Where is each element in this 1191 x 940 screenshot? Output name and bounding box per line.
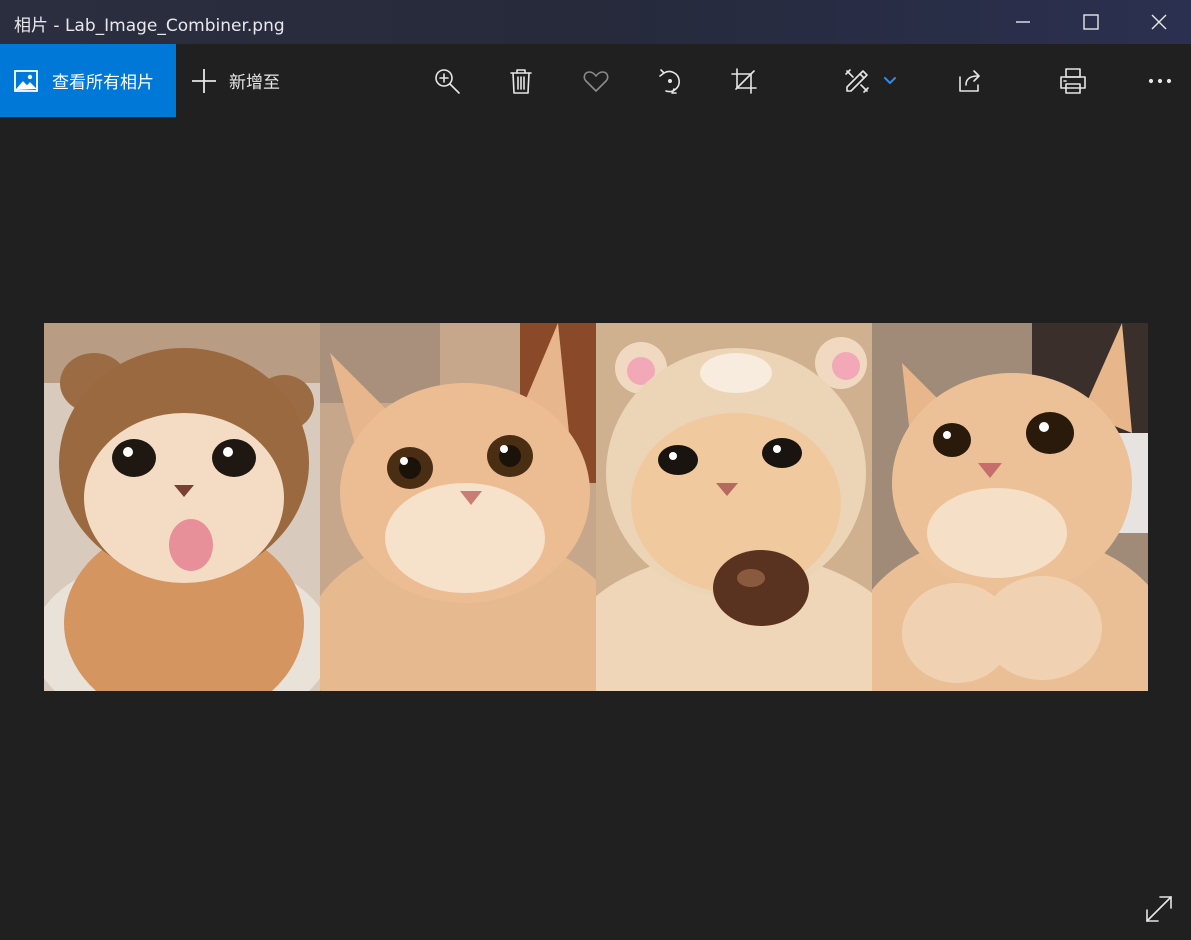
delete-icon: [510, 69, 532, 94]
crop-icon: [731, 68, 757, 94]
maximize-icon: [1083, 14, 1099, 30]
close-button[interactable]: [1125, 0, 1191, 44]
close-icon: [1151, 14, 1167, 30]
cat-photo-1: [44, 323, 320, 691]
crop-button[interactable]: [727, 64, 761, 98]
maximize-button[interactable]: [1057, 0, 1125, 44]
title-bar: 相片 - Lab_Image_Combiner.png: [0, 0, 1191, 44]
photo-viewer-image[interactable]: [44, 323, 1148, 691]
minimize-button[interactable]: [989, 0, 1057, 44]
zoom-button[interactable]: [430, 64, 464, 98]
more-button[interactable]: [1143, 64, 1177, 98]
rotate-icon: [659, 69, 680, 94]
favorite-icon: [583, 71, 609, 92]
toolbar: 查看所有相片 新增至: [0, 44, 1191, 117]
favorite-button[interactable]: [579, 64, 613, 98]
add-to-button[interactable]: 新增至: [190, 44, 280, 117]
minimize-icon: [1016, 21, 1030, 23]
share-icon: [959, 70, 980, 92]
rotate-button[interactable]: [653, 64, 687, 98]
chevron-down-icon: [884, 77, 896, 84]
see-all-photos-button[interactable]: 查看所有相片: [0, 44, 176, 117]
edit-create-icon: [845, 69, 869, 93]
expand-icon: [1146, 896, 1172, 922]
print-button[interactable]: [1056, 64, 1090, 98]
cat-photo-3: [596, 323, 872, 691]
more-icon: [1148, 78, 1172, 84]
edit-create-button[interactable]: [840, 64, 874, 98]
edit-dropdown-button[interactable]: [876, 64, 904, 98]
fullscreen-button[interactable]: [1142, 892, 1176, 926]
window-title: 相片 - Lab_Image_Combiner.png: [14, 16, 285, 36]
cat-photo-2: [320, 323, 596, 691]
zoom-in-icon: [435, 69, 460, 94]
add-to-label: 新增至: [229, 73, 280, 93]
photo-icon: [14, 69, 38, 92]
see-all-photos-label: 查看所有相片: [52, 73, 154, 93]
delete-button[interactable]: [504, 64, 538, 98]
plus-icon: [192, 68, 216, 93]
share-button[interactable]: [953, 64, 987, 98]
cat-photo-4: [872, 323, 1148, 691]
print-icon: [1060, 68, 1086, 94]
